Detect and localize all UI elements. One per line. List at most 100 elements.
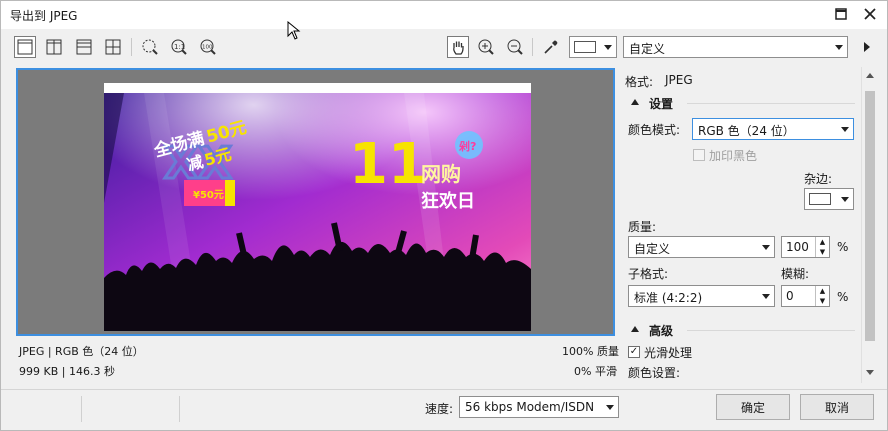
poster-graphic: XX 11 网购 狂欢日 剁? 全场满 50元 减 5元 ¥50元	[104, 83, 531, 331]
quality-spinner[interactable]: 100 ▲ ▼	[781, 236, 830, 258]
matte-color-dropdown[interactable]	[804, 188, 854, 210]
scroll-down-icon[interactable]	[866, 370, 874, 375]
chevron-down-icon	[831, 37, 847, 57]
poster-words1: 网购	[421, 162, 461, 186]
blur-value: 0	[786, 289, 794, 303]
settings-scrollbar[interactable]	[861, 67, 877, 383]
eyedropper-icon	[544, 40, 558, 54]
poster-words2: 狂欢日	[421, 191, 475, 212]
zoom-1to1-icon: 1:1	[171, 39, 187, 55]
eyedropper-button[interactable]	[540, 36, 562, 58]
cancel-button[interactable]: 取消	[800, 394, 874, 420]
scroll-up-icon[interactable]	[866, 73, 874, 78]
quad-view-icon	[105, 39, 121, 55]
zoom-100-icon: 100	[200, 39, 216, 55]
zoom-in-icon	[478, 39, 494, 55]
blur-label: 模糊:	[781, 267, 810, 281]
size-info: 999 KB | 146.3 秒	[19, 365, 115, 378]
spinner-arrows-icon[interactable]: ▲ ▼	[815, 286, 829, 306]
color-settings-label: 颜色设置:	[628, 366, 681, 380]
blur-percent: %	[837, 290, 849, 304]
color-mode-dropdown[interactable]: RGB 色（24 位）	[692, 118, 854, 140]
single-view-button[interactable]	[14, 36, 36, 58]
preview-pane[interactable]: XX 11 网购 狂欢日 剁? 全场满 50元 减 5元 ¥50元	[16, 68, 615, 336]
chevron-right-icon	[864, 42, 870, 52]
quality-value: 100	[786, 240, 809, 254]
chevron-down-icon	[602, 397, 618, 417]
poster-bubble: 剁?	[459, 139, 476, 153]
spinner-arrows-icon[interactable]: ▲ ▼	[815, 237, 829, 257]
split-horizontal-icon	[76, 39, 92, 55]
add-black-label: 加印黑色	[709, 149, 758, 163]
window-title: 导出到 JPEG	[10, 9, 78, 23]
header-divider	[687, 330, 855, 331]
blur-spinner[interactable]: 0 ▲ ▼	[781, 285, 830, 307]
poster-image: XX 11 网购 狂欢日 剁? 全场满 50元 减 5元 ¥50元	[104, 83, 531, 331]
split-horizontal-button[interactable]	[73, 36, 95, 58]
chevron-down-icon	[837, 119, 853, 139]
zoom-fit-button[interactable]	[139, 36, 161, 58]
add-black-checkbox[interactable]	[693, 149, 705, 161]
color-swatch	[809, 193, 831, 205]
toolbar-separator	[131, 38, 132, 56]
preset-dropdown[interactable]: 自定义	[623, 36, 848, 58]
speed-label: 速度:	[425, 402, 454, 416]
zoom-1to1-button[interactable]: 1:1	[168, 36, 190, 58]
color-mode-label: 颜色模式:	[628, 123, 681, 137]
quality-info: 100% 质量	[562, 345, 619, 358]
close-button[interactable]	[857, 4, 883, 24]
format-info: JPEG | RGB 色（24 位）	[19, 345, 144, 358]
zoom-fit-icon	[142, 39, 158, 55]
speed-dropdown[interactable]: 56 kbps Modem/ISDN	[459, 396, 619, 418]
export-jpeg-dialog: 导出到 JPEG 1:1 100 自定义 XX 11 网购 狂欢日 剁? 全场满…	[0, 0, 888, 431]
subformat-value: 标准 (4:2:2)	[634, 291, 703, 305]
quality-preset-value: 自定义	[634, 242, 671, 256]
antialias-checkbox[interactable]: ✓	[628, 346, 640, 358]
zoom-100-button[interactable]: 100	[197, 36, 219, 58]
matte-label: 杂边:	[804, 172, 833, 186]
quality-percent: %	[837, 240, 849, 254]
scrollbar-thumb[interactable]	[865, 91, 875, 341]
split-vertical-icon	[46, 39, 62, 55]
header-divider	[687, 103, 855, 104]
format-label: 格式:	[625, 75, 654, 89]
quad-view-button[interactable]	[102, 36, 124, 58]
zoom-in-button[interactable]	[475, 36, 497, 58]
format-value: JPEG	[665, 73, 693, 87]
chevron-down-icon	[600, 37, 616, 57]
status-divider	[81, 396, 82, 422]
more-options-button[interactable]	[856, 36, 878, 58]
poster-big-number: 11	[349, 132, 427, 197]
collapse-icon[interactable]	[631, 99, 639, 105]
smoothing-info: 0% 平滑	[574, 365, 617, 378]
hand-icon	[453, 41, 464, 55]
toolbar-separator	[532, 38, 533, 56]
color-swatch	[574, 41, 596, 53]
quality-preset-dropdown[interactable]: 自定义	[628, 236, 775, 258]
quality-label: 质量:	[628, 220, 657, 234]
antialias-label: 光滑处理	[644, 346, 693, 360]
toolbar: 1:1 100 自定义	[1, 31, 887, 63]
svg-text:100: 100	[202, 45, 213, 51]
pan-tool-button[interactable]	[447, 36, 469, 58]
advanced-header: 高级	[649, 324, 674, 338]
matte-color-picker[interactable]	[569, 36, 617, 58]
zoom-out-icon	[507, 39, 523, 55]
chevron-down-icon	[758, 286, 774, 306]
subformat-dropdown[interactable]: 标准 (4:2:2)	[628, 285, 775, 307]
status-divider	[179, 396, 180, 422]
collapse-icon[interactable]	[631, 326, 639, 332]
maximize-button[interactable]	[828, 4, 854, 24]
single-view-icon	[17, 39, 33, 55]
split-vertical-button[interactable]	[43, 36, 65, 58]
chevron-down-icon	[837, 189, 853, 209]
zoom-out-button[interactable]	[504, 36, 526, 58]
poster-coupon: ¥50元	[193, 189, 224, 201]
color-mode-value: RGB 色（24 位）	[698, 124, 795, 138]
ok-button[interactable]: 确定	[716, 394, 790, 420]
settings-header: 设置	[649, 97, 674, 111]
title-bar: 导出到 JPEG	[1, 1, 887, 40]
svg-text:1:1: 1:1	[174, 43, 185, 51]
settings-panel: 格式: JPEG 设置 颜色模式: RGB 色（24 位） 加印黑色 杂边: 质…	[622, 67, 860, 383]
preset-value: 自定义	[629, 42, 666, 56]
